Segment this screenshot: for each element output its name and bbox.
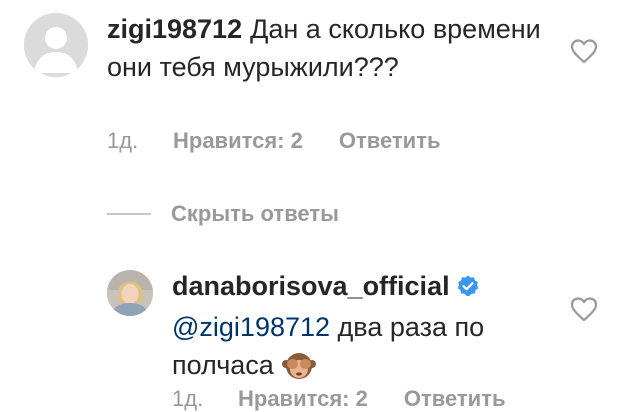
- reply-header: danaborisova_official: [172, 267, 552, 308]
- comment-body: zigi198712 Дан а сколько времени они тебя…: [107, 10, 547, 86]
- comment-username[interactable]: zigi198712: [107, 14, 242, 44]
- comment-time: 1д.: [107, 128, 139, 153]
- comment-meta: 1д. Нравится: 2 Ответить: [107, 128, 441, 154]
- verified-badge-icon: [456, 270, 480, 308]
- default-avatar-icon: [24, 13, 88, 77]
- reply-avatar[interactable]: [107, 270, 153, 316]
- reply-meta: 1д. Нравится: 2 Ответить: [172, 386, 506, 412]
- reply-content: @zigi198712 два раза по полчаса: [172, 308, 552, 390]
- avatar[interactable]: [24, 13, 88, 77]
- profile-photo-icon: [107, 270, 153, 316]
- reply-heart-icon[interactable]: [570, 296, 598, 322]
- reply-reply-button[interactable]: Ответить: [404, 386, 506, 412]
- reply-body: danaborisova_official @zigi198712 два ра…: [172, 267, 552, 390]
- toggle-divider: [107, 213, 151, 215]
- see-no-evil-monkey-icon: [281, 350, 316, 390]
- reply-time: 1д.: [172, 386, 204, 411]
- comment-reply-button[interactable]: Ответить: [339, 128, 441, 154]
- heart-icon[interactable]: [570, 38, 598, 64]
- reply-mention-link[interactable]: @zigi198712: [172, 312, 330, 342]
- reply-likes[interactable]: Нравится: 2: [238, 386, 368, 412]
- reply-username[interactable]: danaborisova_official: [172, 271, 450, 301]
- hide-replies-label: Скрыть ответы: [171, 201, 339, 226]
- comment-likes[interactable]: Нравится: 2: [173, 128, 303, 154]
- hide-replies-button[interactable]: Скрыть ответы: [107, 200, 339, 228]
